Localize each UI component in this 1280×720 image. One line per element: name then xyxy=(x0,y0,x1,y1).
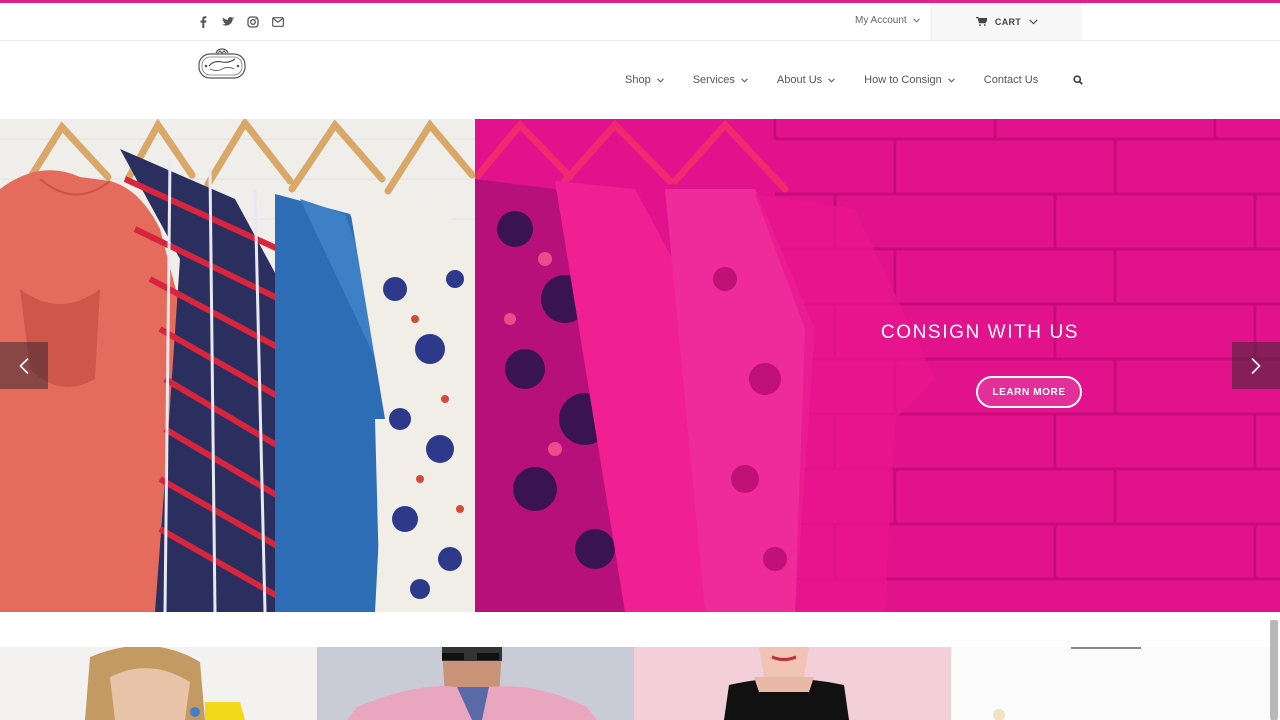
cart-icon xyxy=(975,17,987,26)
social-links xyxy=(196,15,285,29)
instagram-icon[interactable] xyxy=(246,15,260,29)
nav-item-label: Services xyxy=(692,74,735,86)
slider-prev-button[interactable] xyxy=(0,342,48,389)
chevron-down-icon xyxy=(741,77,748,83)
chevron-down-icon xyxy=(947,77,955,83)
nav-item-label: How to Consign xyxy=(864,74,942,86)
chevron-down-icon xyxy=(656,77,664,83)
chevron-right-icon xyxy=(1251,357,1261,374)
nav-item-shop[interactable]: Shop xyxy=(625,74,664,86)
hero-pink-overlay xyxy=(471,119,1280,612)
chevron-left-icon xyxy=(19,357,29,374)
nav-item-label: Contact Us xyxy=(983,74,1039,86)
nav-item-contact-us[interactable]: Contact Us xyxy=(984,74,1038,86)
nav-item-services[interactable]: Services xyxy=(693,74,748,86)
top-bar: My Account xyxy=(0,3,1280,41)
chevron-down-icon xyxy=(828,77,836,83)
category-tiles xyxy=(0,647,1280,720)
twitter-icon[interactable] xyxy=(221,15,235,29)
mail-icon[interactable] xyxy=(271,15,285,29)
nav-item-how-to-consign[interactable]: How to Consign xyxy=(864,74,955,86)
nav-item-label: Shop xyxy=(625,74,651,86)
hero-slider: CONSIGN WITH US LEARN MORE xyxy=(0,119,1280,612)
chevron-down-icon xyxy=(912,18,920,23)
my-account-label: My Account xyxy=(855,15,907,26)
tile-woman-portrait[interactable] xyxy=(0,647,317,720)
tile-woman-black-top[interactable] xyxy=(634,647,951,720)
search-icon[interactable] xyxy=(1073,75,1083,88)
tile-white-product[interactable] xyxy=(951,647,1270,720)
nav-item-label: About Us xyxy=(776,74,823,86)
hero-clothes-image xyxy=(0,119,476,612)
learn-more-button[interactable]: LEARN MORE xyxy=(976,376,1082,408)
my-account-menu[interactable]: My Account xyxy=(855,15,920,26)
tile-man-pink-blazer[interactable] xyxy=(317,647,634,720)
store-logo[interactable] xyxy=(197,48,247,80)
facebook-icon[interactable] xyxy=(196,15,210,29)
main-header: Shop Services About Us How to Consign Co… xyxy=(0,42,1280,119)
section-spacer xyxy=(0,612,1280,647)
cart-label: CART xyxy=(994,16,1022,27)
main-nav: Shop Services About Us How to Consign Co… xyxy=(625,74,1083,86)
hero-title: CONSIGN WITH US xyxy=(880,322,1080,343)
page-scrollbar-thumb[interactable] xyxy=(1270,620,1278,720)
chevron-down-icon xyxy=(1029,18,1038,24)
nav-item-about-us[interactable]: About Us xyxy=(776,74,836,86)
cart-button[interactable]: CART xyxy=(931,3,1082,40)
